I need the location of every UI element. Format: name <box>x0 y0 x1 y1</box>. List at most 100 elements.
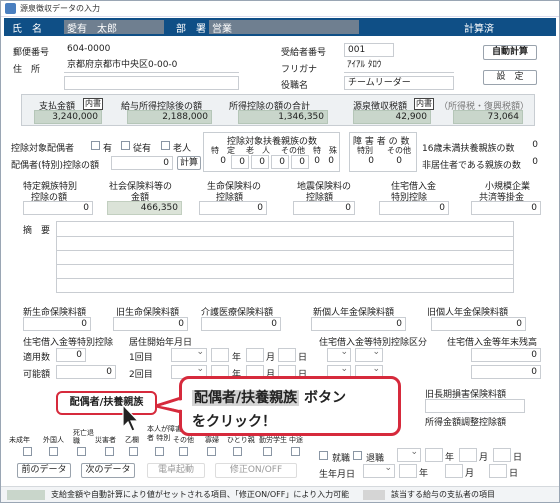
dep-other-value[interactable]: 0 <box>271 155 289 169</box>
spouse-dependents-button[interactable]: 配偶者/扶養親族 <box>56 391 157 415</box>
flag-death-checkbox[interactable] <box>77 447 86 456</box>
under16-value[interactable]: 0 <box>527 139 541 153</box>
first-day-label: 日 <box>298 353 308 363</box>
birth-month-label: 月 <box>465 469 475 479</box>
dep-special-value[interactable]: 0 <box>211 155 229 169</box>
apply-count-value[interactable]: 0 <box>56 348 86 362</box>
birth-month-input[interactable] <box>445 464 463 478</box>
small-business-value[interactable]: 0 <box>471 201 541 215</box>
position-value[interactable]: チームリーダー <box>344 76 454 90</box>
birth-year-input[interactable] <box>399 464 417 478</box>
flag-minor-checkbox[interactable] <box>23 447 32 456</box>
furigana-value[interactable]: ｱｲｱﾙ ﾀﾛｳ <box>344 59 454 73</box>
payer-swatch <box>363 490 385 500</box>
flag-midway-label: 中途 <box>289 436 303 444</box>
care-premium-value[interactable]: 0 <box>201 317 281 331</box>
balance-value-2[interactable]: 0 <box>471 365 541 379</box>
pay-value[interactable]: 3,240,000 <box>34 110 102 124</box>
employed-checkbox[interactable] <box>319 451 328 460</box>
first-era-dropdown[interactable] <box>171 347 207 362</box>
flag-disaster-checkbox[interactable] <box>105 447 114 456</box>
spouse-special-value[interactable]: 0 <box>111 156 173 170</box>
calc-button[interactable]: 計算 <box>177 156 201 170</box>
birth-era-dropdown[interactable] <box>363 463 395 478</box>
social-insurance-value[interactable]: 466,350 <box>107 201 182 215</box>
flag-disabled-other-label: その他 <box>173 436 194 444</box>
flag-otsu-checkbox[interactable] <box>129 447 138 456</box>
new-life-premium-value[interactable]: 0 <box>23 317 91 331</box>
next-data-button[interactable]: 次のデータ <box>81 463 135 478</box>
flag-disabled-special-checkbox[interactable] <box>155 447 164 456</box>
tax-value[interactable]: 42,900 <box>353 110 431 124</box>
retired-checkbox[interactable] <box>353 451 362 460</box>
status-right-text: 該当する給与の支払者の項目 <box>391 490 495 499</box>
old-pension-value[interactable]: 0 <box>431 317 526 331</box>
instruction-callout: 配偶者/扶養親族 ボタン をクリック！ <box>179 376 401 436</box>
nonresident-value[interactable]: 0 <box>527 156 541 170</box>
spouse-elder-checkbox[interactable] <box>161 141 170 150</box>
correction-toggle-button[interactable]: 修正ON/OFF <box>215 463 297 478</box>
spouse-yes-label: 有 <box>103 144 113 154</box>
employed-label: 就職 <box>332 454 351 464</box>
retire-year-input[interactable] <box>425 448 443 462</box>
flag-foreign-checkbox[interactable] <box>49 447 58 456</box>
first-year-label: 年 <box>232 353 242 363</box>
flag-student-checkbox[interactable] <box>263 447 272 456</box>
old-long-insurance-value[interactable] <box>425 399 525 413</box>
address-line1[interactable]: 京都府京都市中央区0-00-0 <box>64 59 239 73</box>
address-line2[interactable] <box>64 76 239 90</box>
retire-month-input[interactable] <box>459 448 477 462</box>
life-insurance-value[interactable]: 0 <box>199 201 267 215</box>
kind2-dropdown[interactable] <box>355 347 383 362</box>
dep-intra-value[interactable]: 0 <box>251 155 269 169</box>
birth-day-input[interactable] <box>489 464 507 478</box>
retire-year-label: 年 <box>445 453 455 463</box>
callout-line1-rest: ボタン <box>304 390 346 406</box>
retire-day-input[interactable] <box>493 448 511 462</box>
remarks-area[interactable] <box>56 221 514 293</box>
recipient-no-value[interactable]: 001 <box>344 43 394 57</box>
specific-relative-value[interactable]: 0 <box>23 201 93 215</box>
spouse-dep-checkbox[interactable] <box>121 141 130 150</box>
dep-elder-value[interactable]: 0 <box>231 155 249 169</box>
title-bar: 源泉徴収データの入力 <box>1 1 559 17</box>
flag-foreign-label: 外国人 <box>43 436 64 444</box>
prev-data-button[interactable]: 前のデータ <box>17 463 71 478</box>
window-title: 源泉徴収データの入力 <box>20 4 100 13</box>
disabled-special-value[interactable]: 0 <box>357 155 377 169</box>
first-day-input[interactable] <box>278 348 296 362</box>
flag-midway-checkbox[interactable] <box>291 447 300 456</box>
nonresident-label: 非居住者である親族の数 <box>422 161 521 171</box>
possible-amount-value[interactable]: 0 <box>56 365 116 379</box>
quake-insurance-value[interactable]: 0 <box>293 201 355 215</box>
spouse-dep-label: 従有 <box>133 144 152 154</box>
spouse-special-label: 配偶者(特別)控除の額 <box>11 161 100 171</box>
first-month-input[interactable] <box>246 348 264 362</box>
first-label: 1回目 <box>129 353 153 363</box>
position-label: 役職名 <box>281 81 309 91</box>
flag-single-parent-checkbox[interactable] <box>233 447 242 456</box>
dep-spec2-value[interactable]: 0 <box>311 155 323 169</box>
old-life-premium-value[interactable]: 0 <box>113 317 188 331</box>
birth-day-label: 日 <box>509 469 519 479</box>
housing-loan-value[interactable]: 0 <box>379 201 449 215</box>
spouse-yes-checkbox[interactable] <box>91 141 100 150</box>
flag-disabled-other-checkbox[interactable] <box>179 447 188 456</box>
new-pension-value[interactable]: 0 <box>311 317 406 331</box>
calculator-button[interactable]: 電卓起動 <box>147 463 205 478</box>
dep-spec3-value[interactable]: 0 <box>325 155 337 169</box>
kind1-dropdown[interactable] <box>327 347 351 362</box>
settings-button[interactable]: 設 定 <box>483 70 537 85</box>
flag-single-parent-label: ひとり親 <box>227 436 255 444</box>
retired-label: 退職 <box>366 454 385 464</box>
callout-line2: をクリック！ <box>192 414 276 430</box>
retire-era-dropdown[interactable] <box>397 447 421 462</box>
auto-calc-button[interactable]: 自動計算 <box>483 45 537 60</box>
flag-widow-checkbox[interactable] <box>207 447 216 456</box>
first-year-input[interactable] <box>211 348 229 362</box>
disabled-other-value[interactable]: 0 <box>385 155 405 169</box>
dep-other2-value[interactable]: 0 <box>291 155 309 169</box>
under16-label: 16歳未満扶養親族の数 <box>422 144 515 154</box>
balance-value-1[interactable]: 0 <box>471 348 541 362</box>
postal-value[interactable]: 604-0000 <box>64 43 144 57</box>
